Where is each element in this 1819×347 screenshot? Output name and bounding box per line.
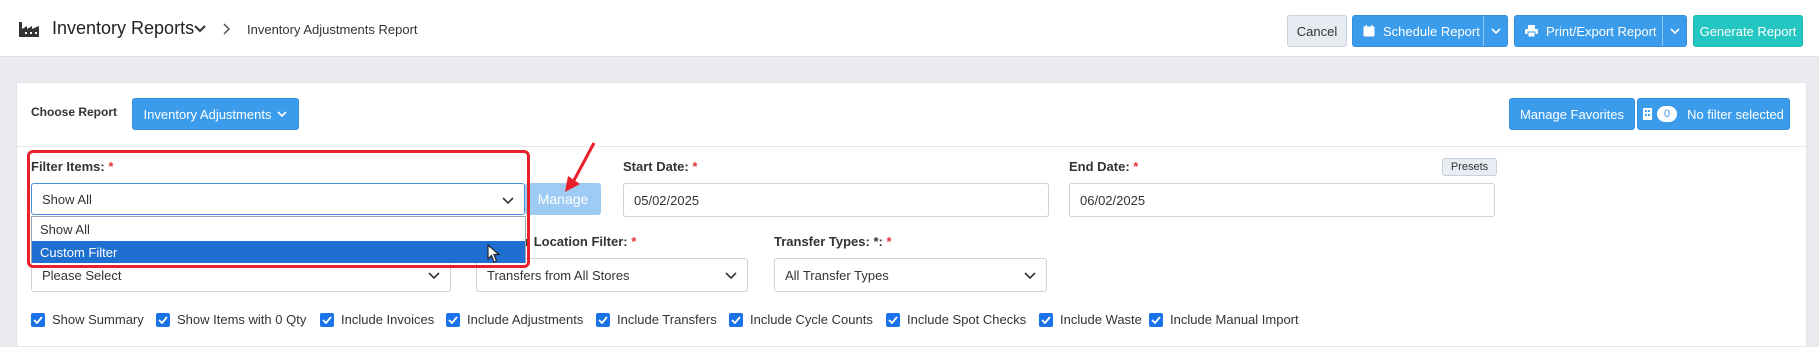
chevron-down-icon [725, 272, 737, 280]
selected-report: Inventory Adjustments [143, 106, 272, 122]
checkbox-include-transfers[interactable]: Include Transfers [596, 312, 717, 327]
check-icon[interactable] [729, 312, 743, 327]
checkbox-include-waste[interactable]: Include Waste [1039, 312, 1142, 327]
chevron-down-icon [1490, 28, 1501, 35]
chevron-down-icon [1024, 272, 1036, 280]
chevron-down-icon [277, 111, 288, 118]
breadcrumb: Inventory Adjustments Report [247, 22, 418, 37]
checkbox-show-items-zero-qty[interactable]: Show Items with 0 Qty [156, 312, 306, 327]
check-icon[interactable] [886, 312, 900, 327]
annotation-arrow-icon [565, 142, 596, 192]
chevron-down-icon[interactable] [194, 24, 206, 34]
choose-report-label: Choose Report [31, 105, 118, 119]
check-icon[interactable] [596, 312, 610, 327]
chevron-right-icon [223, 23, 231, 35]
filter-status-label: No filter selected [1687, 106, 1784, 122]
calendar-icon [1363, 25, 1375, 37]
check-icon[interactable] [156, 312, 170, 327]
filter-status-button[interactable]: 0 No filter selected [1637, 98, 1790, 130]
checkbox-include-spot-checks[interactable]: Include Spot Checks [886, 312, 1026, 327]
factory-icon [19, 22, 39, 37]
category-value: Please Select [42, 267, 122, 283]
transfer-types-label: Transfer Types: *: * [774, 234, 892, 249]
start-date-label: Start Date: * [623, 159, 698, 174]
cancel-button[interactable]: Cancel [1287, 15, 1347, 47]
check-icon[interactable] [1149, 312, 1163, 327]
check-icon[interactable] [320, 312, 334, 327]
section-divider [17, 146, 1806, 147]
checkbox-include-manual-import[interactable]: Include Manual Import [1149, 312, 1299, 327]
building-icon [1643, 108, 1653, 120]
presets-button[interactable]: Presets [1442, 158, 1497, 176]
check-icon[interactable] [1039, 312, 1053, 327]
chevron-down-icon [428, 272, 440, 280]
location-filter-label: r Location Filter: * [525, 234, 637, 249]
checkbox-show-summary[interactable]: Show Summary [31, 312, 144, 327]
check-icon[interactable] [446, 312, 460, 327]
check-icon[interactable] [31, 312, 45, 327]
transfer-types-select[interactable]: All Transfer Types [774, 258, 1047, 292]
schedule-report-label: Schedule Report [1383, 23, 1480, 39]
print-export-label: Print/Export Report [1546, 23, 1657, 39]
checkbox-include-cycle-counts[interactable]: Include Cycle Counts [729, 312, 873, 327]
transfer-types-value: All Transfer Types [785, 267, 889, 283]
checkbox-include-invoices[interactable]: Include Invoices [320, 312, 434, 327]
highlight-box [27, 150, 530, 268]
print-dropdown-toggle[interactable] [1662, 16, 1686, 46]
filter-count-badge: 0 [1657, 106, 1678, 122]
chevron-down-icon [1669, 28, 1680, 35]
generate-report-button[interactable]: Generate Report [1693, 15, 1803, 47]
manage-favorites-button[interactable]: Manage Favorites [1509, 98, 1635, 130]
start-date-input[interactable]: 05/02/2025 [623, 183, 1049, 217]
schedule-dropdown-toggle[interactable] [1483, 16, 1507, 46]
printer-icon [1525, 25, 1538, 37]
choose-report-dropdown[interactable]: Inventory Adjustments [132, 98, 299, 130]
end-date-label: End Date: * [1069, 159, 1139, 174]
top-bar: Inventory Reports Inventory Adjustments … [0, 0, 1819, 57]
end-date-input[interactable]: 06/02/2025 [1069, 183, 1495, 217]
app-title: Inventory Reports [52, 18, 195, 38]
schedule-report-button[interactable]: Schedule Report [1352, 15, 1508, 47]
print-export-button[interactable]: Print/Export Report [1514, 15, 1687, 47]
checkbox-include-adjustments[interactable]: Include Adjustments [446, 312, 583, 327]
location-filter-value: Transfers from All Stores [487, 267, 630, 283]
